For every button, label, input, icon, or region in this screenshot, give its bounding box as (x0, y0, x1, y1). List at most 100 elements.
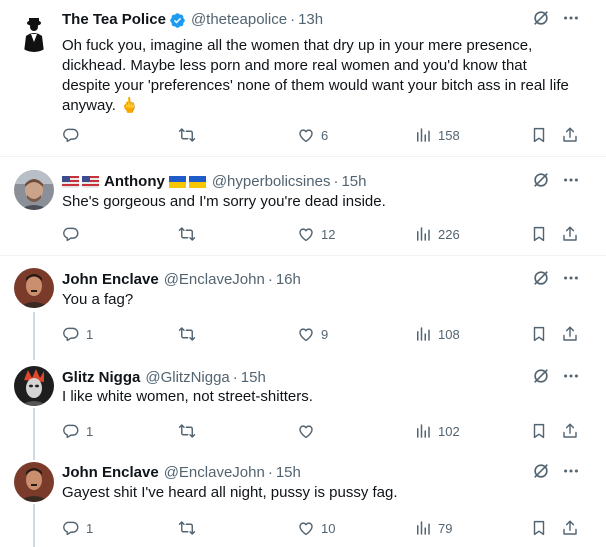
reply-button[interactable] (62, 224, 86, 244)
share-button[interactable] (561, 518, 579, 538)
bookmark-icon (530, 126, 548, 144)
like-button[interactable]: 12 (297, 224, 335, 244)
bookmark-button[interactable] (530, 224, 548, 244)
avatar[interactable] (14, 366, 54, 406)
views-button[interactable]: 108 (414, 324, 460, 344)
like-button[interactable]: 10 (297, 518, 335, 538)
tweet-actions: 1 9 108 (62, 324, 582, 344)
reply-feed: The Tea Police @theteapolice · 13h Oh fu… (0, 0, 606, 547)
views-button[interactable]: 102 (414, 421, 460, 441)
reply-count: 1 (86, 423, 94, 439)
tweet-top-actions (532, 10, 580, 30)
share-icon (561, 126, 579, 144)
views-button[interactable]: 226 (414, 224, 460, 244)
bookmark-button[interactable] (530, 518, 548, 538)
handle[interactable]: @EnclaveJohn (164, 270, 265, 290)
tweet-header: Glitz Nigga @GlitzNigga · 15h (62, 368, 526, 388)
like-count: 9 (321, 326, 329, 342)
handle[interactable]: @GlitzNigga (145, 368, 229, 388)
reply-icon (62, 225, 80, 243)
timestamp[interactable]: 15h (341, 172, 366, 192)
tweet-actions: 1 10 79 (62, 518, 582, 538)
views-count: 108 (438, 326, 460, 342)
like-button[interactable]: 9 (297, 324, 328, 344)
grok-icon[interactable] (532, 9, 550, 32)
bookmark-icon (530, 325, 548, 343)
repost-button[interactable] (177, 518, 203, 538)
tweet-header: John Enclave @EnclaveJohn · 16h (62, 270, 526, 290)
ukraine-flag-icon (168, 175, 207, 189)
handle[interactable]: @theteapolice (191, 10, 287, 30)
avatar[interactable] (14, 268, 54, 308)
tweet[interactable]: Anthony @hyperbolicsines · 15h She's gor… (0, 158, 606, 256)
tweet[interactable]: John Enclave @EnclaveJohn · 15h Gayest s… (0, 452, 606, 547)
verified-badge-icon (169, 12, 186, 29)
heart-icon (297, 126, 315, 144)
share-button[interactable] (561, 324, 579, 344)
share-button[interactable] (561, 125, 579, 145)
tweet-top-actions (532, 172, 580, 192)
handle[interactable]: @EnclaveJohn (164, 463, 265, 483)
avatar[interactable] (14, 462, 54, 502)
share-button[interactable] (561, 421, 579, 441)
more-options-icon[interactable] (562, 269, 580, 292)
share-button[interactable] (561, 224, 579, 244)
handle[interactable]: @hyperbolicsines (212, 172, 331, 192)
repost-button[interactable] (177, 125, 203, 145)
reply-button[interactable]: 1 (62, 518, 93, 538)
reply-button[interactable]: 1 (62, 421, 93, 441)
views-button[interactable]: 158 (414, 125, 460, 145)
heart-icon (297, 225, 315, 243)
like-count: 10 (321, 520, 336, 536)
tweet[interactable]: John Enclave @EnclaveJohn · 16h You a fa… (0, 258, 606, 354)
reply-icon (62, 126, 80, 144)
bookmark-icon (530, 422, 548, 440)
repost-button[interactable] (177, 224, 203, 244)
reply-icon (62, 325, 80, 343)
timestamp[interactable]: 16h (276, 270, 301, 290)
timestamp[interactable]: 13h (298, 10, 323, 30)
views-icon (414, 325, 432, 343)
views-button[interactable]: 79 (414, 518, 452, 538)
share-icon (561, 225, 579, 243)
display-name[interactable]: Anthony (104, 172, 165, 192)
separator: · (232, 369, 238, 386)
reply-button[interactable] (62, 125, 86, 145)
avatar[interactable] (14, 12, 54, 52)
timestamp[interactable]: 15h (276, 463, 301, 483)
views-count: 79 (438, 520, 453, 536)
tweet[interactable]: Glitz Nigga @GlitzNigga · 15h I like whi… (0, 356, 606, 452)
more-options-icon[interactable] (562, 9, 580, 32)
repost-icon (177, 519, 197, 537)
tweet-top-actions (532, 368, 580, 388)
grok-icon[interactable] (532, 269, 550, 292)
like-button[interactable]: 6 (297, 125, 328, 145)
avatar[interactable] (14, 170, 54, 210)
reply-count: 1 (86, 326, 94, 342)
bookmark-button[interactable] (530, 324, 548, 344)
display-name[interactable]: John Enclave (62, 463, 159, 483)
display-name[interactable]: The Tea Police (62, 10, 166, 30)
views-icon (414, 422, 432, 440)
like-button[interactable] (297, 421, 321, 441)
separator: · (267, 464, 273, 481)
grok-icon[interactable] (532, 171, 550, 194)
tweet[interactable]: The Tea Police @theteapolice · 13h Oh fu… (0, 0, 606, 157)
display-name[interactable]: John Enclave (62, 270, 159, 290)
repost-button[interactable] (177, 421, 203, 441)
repost-button[interactable] (177, 324, 203, 344)
grok-icon[interactable] (532, 462, 550, 485)
more-options-icon[interactable] (562, 171, 580, 194)
bookmark-button[interactable] (530, 421, 548, 441)
separator: · (290, 11, 296, 28)
tweet-text: Gayest shit I've heard all night, pussy … (62, 484, 398, 501)
share-icon (561, 422, 579, 440)
bookmark-button[interactable] (530, 125, 548, 145)
more-options-icon[interactable] (562, 462, 580, 485)
reply-button[interactable]: 1 (62, 324, 93, 344)
repost-icon (177, 325, 197, 343)
separator: · (333, 173, 339, 190)
tweet-header: Anthony @hyperbolicsines · 15h (62, 172, 526, 192)
timestamp[interactable]: 15h (241, 368, 266, 388)
display-name[interactable]: Glitz Nigga (62, 368, 140, 388)
